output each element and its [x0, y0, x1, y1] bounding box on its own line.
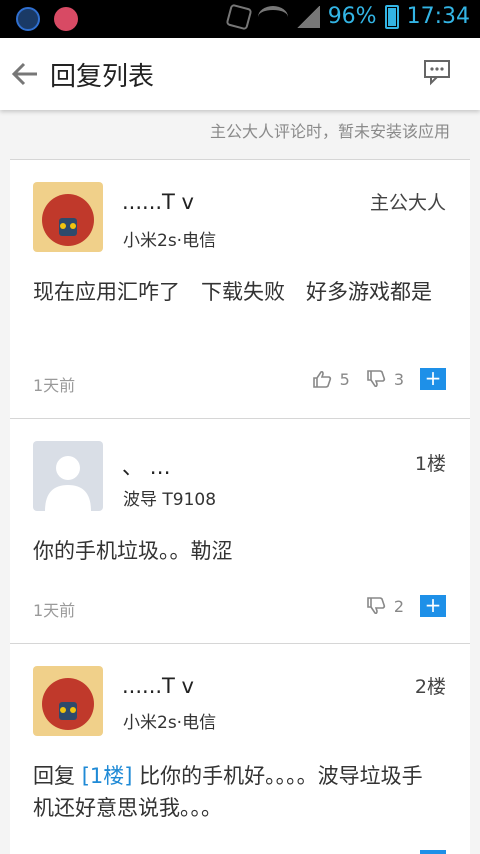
notification-app-icon: [16, 7, 40, 31]
user-name: ......T v: [122, 190, 194, 214]
floor-label: 主公大人: [369, 192, 446, 214]
signal-icon: [295, 5, 320, 28]
dislike-count: 3: [393, 369, 404, 389]
like-button[interactable]: 5: [312, 370, 350, 389]
comment-card[interactable]: ......T v 小米2s·电信 主公大人 现在应用汇咋了 下载失败 好多游戏…: [10, 160, 470, 418]
comment-text: 你的手机垃圾。。勒涩: [33, 539, 233, 563]
battery-percent: 96%: [327, 4, 377, 29]
thumbs-up-icon: [312, 370, 331, 388]
reply-prefix: 回复: [33, 764, 75, 788]
notification-flower-icon: [54, 7, 78, 31]
device-label: 小米2s·电信: [123, 231, 217, 251]
comment-card[interactable]: 、 … 波导 T9108 1楼 你的手机垃圾。。勒涩 1天前 2 +: [10, 419, 470, 643]
dislike-button[interactable]: 3: [366, 370, 404, 389]
comment-card[interactable]: ......T v 小米2s·电信 2楼 回复 [1楼] 比你的手机好。。。。波…: [10, 644, 470, 854]
add-reply-button[interactable]: +: [420, 595, 446, 617]
comment-text: 回复 [1楼] 比你的手机好。。。。波导垃圾手机还好意思说我。。。: [33, 760, 443, 824]
comment-text: 现在应用汇咋了 下载失败 好多游戏都是: [33, 280, 432, 304]
device-label: 波导 T9108: [123, 490, 217, 510]
thumbs-down-icon: [367, 597, 385, 615]
avatar[interactable]: [33, 666, 103, 736]
floor-label: 1楼: [414, 453, 446, 475]
app-bar: 回复列表: [0, 38, 480, 110]
page-title: 回复列表: [50, 62, 155, 92]
notice-text: 主公大人评论时，暂未安装该应用: [209, 122, 450, 141]
timestamp: 1天前: [33, 601, 76, 620]
timestamp: 1天前: [33, 376, 76, 395]
reply-floor-link[interactable]: [1楼]: [82, 764, 133, 788]
device-label: 小米2s·电信: [123, 713, 217, 733]
comment-icon[interactable]: [422, 58, 452, 86]
add-reply-button[interactable]: +: [420, 368, 446, 390]
mute-icon: [225, 3, 253, 30]
thumbs-down-icon: [367, 370, 385, 388]
add-reply-button[interactable]: [420, 850, 446, 854]
dislike-count: 2: [393, 596, 404, 616]
wifi-icon: [257, 5, 288, 28]
user-name: 、 …: [122, 455, 171, 479]
status-bar: 96% 17:34: [0, 0, 480, 38]
battery-icon: [384, 4, 399, 29]
default-avatar[interactable]: [33, 441, 103, 511]
back-arrow-icon[interactable]: [10, 56, 40, 92]
user-name: ......T v: [122, 674, 194, 698]
avatar[interactable]: [33, 182, 103, 252]
clock: 17:34: [406, 4, 470, 29]
like-count: 5: [339, 369, 350, 389]
floor-label: 2楼: [414, 676, 446, 698]
dislike-button[interactable]: 2: [366, 597, 404, 616]
